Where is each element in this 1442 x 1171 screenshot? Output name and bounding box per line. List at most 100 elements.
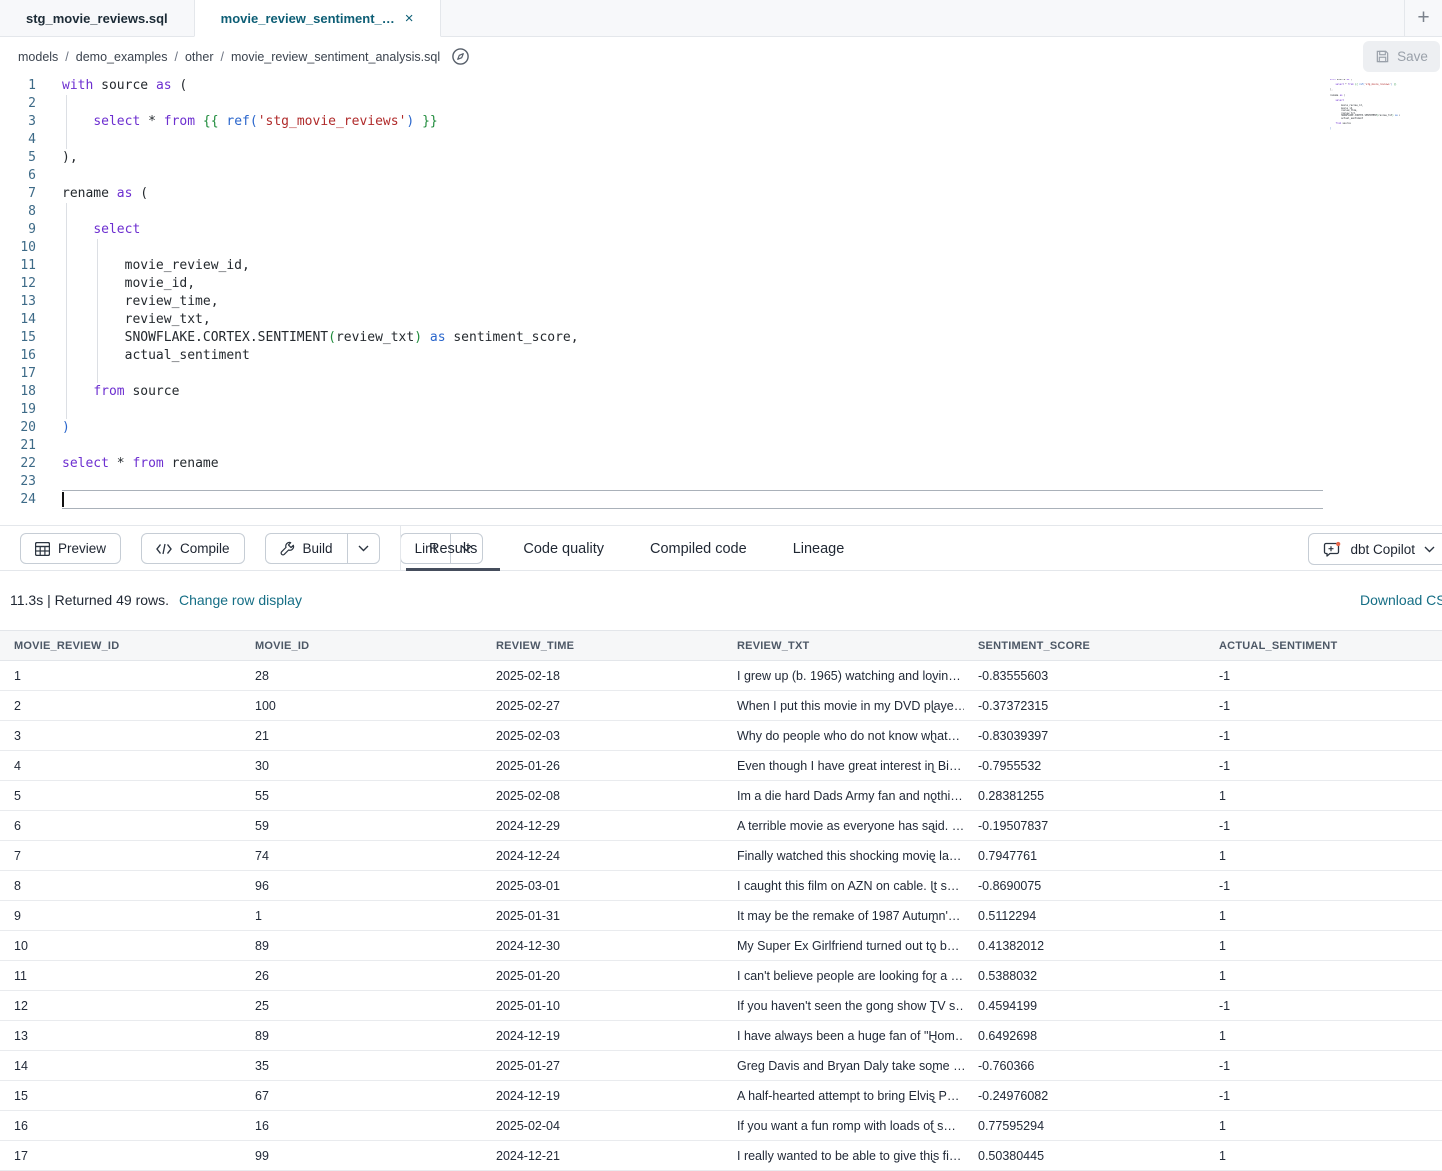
code-line[interactable]: 6 bbox=[0, 167, 579, 185]
expand-chevron-icon[interactable] bbox=[928, 1006, 940, 1013]
code-line[interactable]: 7rename as ( bbox=[0, 185, 579, 203]
cell-review_txt: Greg Davis and Bryan Daly take some … bbox=[723, 1059, 964, 1073]
tab-lineage[interactable]: Lineage bbox=[770, 526, 868, 571]
build-dropdown-button[interactable] bbox=[347, 534, 379, 563]
cell-actual_sentiment: 1 bbox=[1205, 1119, 1442, 1133]
expand-chevron-icon[interactable] bbox=[928, 706, 940, 713]
compass-icon[interactable] bbox=[451, 47, 470, 66]
dbt-copilot-button[interactable]: dbt Copilot bbox=[1308, 533, 1442, 565]
sql-code-editor[interactable]: 1with source as (23 select * from {{ ref… bbox=[0, 76, 1442, 525]
line-number: 17 bbox=[0, 365, 36, 383]
table-row: 912025-01-31It may be the remake of 1987… bbox=[0, 901, 1442, 931]
indent-guide bbox=[66, 95, 67, 149]
cell-review_time: 2025-01-27 bbox=[482, 1059, 723, 1073]
build-button-group: Build bbox=[265, 533, 380, 564]
expand-chevron-icon[interactable] bbox=[928, 1126, 940, 1133]
cell-review_txt: Finally watched this shocking movie la… bbox=[723, 849, 964, 863]
code-line[interactable]: 17 bbox=[0, 365, 579, 383]
change-row-display-link[interactable]: Change row display bbox=[179, 592, 302, 608]
cell-review_time: 2025-02-18 bbox=[482, 669, 723, 683]
code-line[interactable]: 11 movie_review_id, bbox=[0, 257, 579, 275]
new-tab-button[interactable]: + bbox=[1404, 0, 1442, 36]
code-line[interactable]: 4 bbox=[0, 131, 579, 149]
cell-review_time: 2024-12-30 bbox=[482, 939, 723, 953]
cell-actual_sentiment: -1 bbox=[1205, 699, 1442, 713]
table-row: 11262025-01-20I can't believe people are… bbox=[0, 961, 1442, 991]
code-line[interactable]: 22select * from rename bbox=[0, 455, 579, 473]
close-icon[interactable]: × bbox=[405, 10, 414, 27]
code-line[interactable]: 21 bbox=[0, 437, 579, 455]
expand-chevron-icon[interactable] bbox=[928, 736, 940, 743]
line-number: 18 bbox=[0, 383, 36, 401]
save-label: Save bbox=[1397, 49, 1428, 64]
code-line[interactable]: 18 from source bbox=[0, 383, 579, 401]
breadcrumb: models / demo_examples / other / movie_r… bbox=[18, 37, 470, 76]
build-button[interactable]: Build bbox=[266, 534, 347, 563]
code-line[interactable]: select * from {{ ref('stg_movie_reviews'… bbox=[1330, 84, 1400, 87]
code-line[interactable]: 13 review_time, bbox=[0, 293, 579, 311]
code-line[interactable]: 20) bbox=[0, 419, 579, 437]
preview-button[interactable]: Preview bbox=[20, 533, 121, 564]
code-line[interactable]: 19 bbox=[0, 401, 579, 419]
cell-movie_id: 21 bbox=[241, 729, 482, 743]
save-button[interactable]: Save bbox=[1363, 41, 1440, 72]
expand-chevron-icon[interactable] bbox=[928, 946, 940, 953]
compile-button[interactable]: Compile bbox=[141, 533, 245, 564]
code-line[interactable]: 5), bbox=[0, 149, 579, 167]
table-row: 6592024-12-29A terrible movie as everyon… bbox=[0, 811, 1442, 841]
expand-chevron-icon[interactable] bbox=[928, 856, 940, 863]
column-header: REVIEW_TIME bbox=[482, 640, 723, 652]
minimap[interactable]: with source as ( select * from {{ ref('s… bbox=[1330, 79, 1400, 131]
table-body: 1282025-02-18I grew up (b. 1965) watchin… bbox=[0, 661, 1442, 1171]
tab-compiled-code[interactable]: Compiled code bbox=[627, 526, 770, 571]
code-line[interactable]: 23 bbox=[0, 473, 579, 491]
code-line[interactable]: 12 movie_id, bbox=[0, 275, 579, 293]
code-line[interactable]: 14 review_txt, bbox=[0, 311, 579, 329]
tab-results[interactable]: Results bbox=[406, 526, 500, 571]
expand-chevron-icon[interactable] bbox=[928, 826, 940, 833]
editor-toolbar: Preview Compile Build bbox=[0, 525, 1442, 571]
table-row: 16162025-02-04If you want a fun romp wit… bbox=[0, 1111, 1442, 1141]
download-csv-link[interactable]: Download CSV bbox=[1360, 592, 1442, 608]
breadcrumb-item: movie_review_sentiment_analysis.sql bbox=[231, 50, 440, 64]
cell-review_txt: When I put this movie in my DVD playe… bbox=[723, 699, 964, 713]
tab-code-quality[interactable]: Code quality bbox=[500, 526, 627, 571]
code-line[interactable]: 10 bbox=[0, 239, 579, 257]
cell-review_time: 2025-02-27 bbox=[482, 699, 723, 713]
expand-chevron-icon[interactable] bbox=[928, 766, 940, 773]
expand-chevron-icon[interactable] bbox=[928, 886, 940, 893]
column-header: MOVIE_ID bbox=[241, 640, 482, 652]
cell-actual_sentiment: 1 bbox=[1205, 969, 1442, 983]
code-line[interactable]: 3 select * from {{ ref('stg_movie_review… bbox=[0, 113, 579, 131]
expand-chevron-icon[interactable] bbox=[928, 1096, 940, 1103]
cell-movie_id: 28 bbox=[241, 669, 482, 683]
code-line[interactable]: 15 SNOWFLAKE.CORTEX.SENTIMENT(review_txt… bbox=[0, 329, 579, 347]
column-header: SENTIMENT_SCORE bbox=[964, 640, 1205, 652]
cell-movie_id: 96 bbox=[241, 879, 482, 893]
code-line[interactable]: 9 select bbox=[0, 221, 579, 239]
line-number: 21 bbox=[0, 437, 36, 455]
code-line[interactable]: 16 actual_sentiment bbox=[0, 347, 579, 365]
cell-actual_sentiment: 1 bbox=[1205, 789, 1442, 803]
cell-movie_id: 74 bbox=[241, 849, 482, 863]
cell-review_time: 2024-12-19 bbox=[482, 1089, 723, 1103]
cell-sentiment_score: 0.7947761 bbox=[964, 849, 1205, 863]
expand-chevron-icon[interactable] bbox=[928, 976, 940, 983]
file-tab-label: stg_movie_reviews.sql bbox=[26, 11, 168, 26]
expand-chevron-icon[interactable] bbox=[928, 916, 940, 923]
cell-movie_id: 30 bbox=[241, 759, 482, 773]
file-tab-stg-movie-reviews[interactable]: stg_movie_reviews.sql bbox=[0, 0, 194, 37]
code-line[interactable]: 1with source as ( bbox=[0, 77, 579, 95]
code-line[interactable]: 2 bbox=[0, 95, 579, 113]
expand-chevron-icon[interactable] bbox=[928, 796, 940, 803]
code-lines: 1with source as (23 select * from {{ ref… bbox=[0, 77, 579, 509]
copilot-label: dbt Copilot bbox=[1350, 542, 1415, 557]
expand-chevron-icon[interactable] bbox=[928, 1156, 940, 1163]
cell-movie_review_id: 15 bbox=[0, 1089, 241, 1103]
expand-chevron-icon[interactable] bbox=[928, 676, 940, 683]
cell-review_time: 2025-01-26 bbox=[482, 759, 723, 773]
file-tab-movie-review-sentiment[interactable]: movie_review_sentiment_… × bbox=[194, 0, 441, 37]
expand-chevron-icon[interactable] bbox=[928, 1066, 940, 1073]
expand-chevron-icon[interactable] bbox=[928, 1036, 940, 1043]
code-line[interactable]: 8 bbox=[0, 203, 579, 221]
